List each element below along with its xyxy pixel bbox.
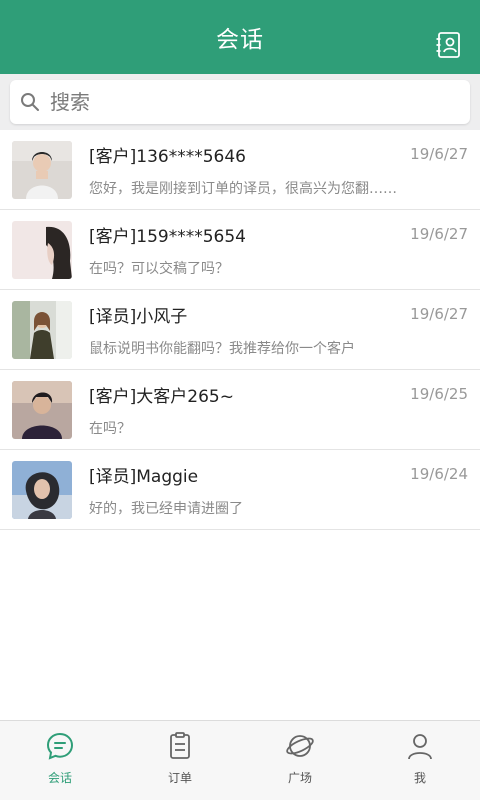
planet-icon <box>285 731 315 761</box>
contact-name: [译员]Maggie <box>89 467 199 487</box>
tab-label: 我 <box>413 771 426 785</box>
bottom-tab-bar: 会话 订单 广场 我 <box>0 720 480 800</box>
contact-name: [客户]136****5646 <box>89 147 246 167</box>
message-preview: 鼠标说明书你能翻吗？我推荐给你一个客户 <box>89 341 355 357</box>
search-icon <box>20 91 42 113</box>
message-date: 19/6/27 <box>410 145 468 163</box>
avatar <box>12 301 72 359</box>
tab-label: 广场 <box>287 771 312 785</box>
message-preview: 在吗？ <box>89 421 131 437</box>
avatar <box>12 381 72 439</box>
avatar <box>12 221 72 279</box>
tab-conversations[interactable]: 会话 <box>0 721 120 800</box>
message-date: 19/6/24 <box>410 465 468 483</box>
conversation-row[interactable]: [客户]159****5654 19/6/27 在吗？可以交稿了吗？ <box>0 210 480 290</box>
conversation-list: [客户]136****5646 19/6/27 您好，我是刚接到订单的译员，很高… <box>0 130 480 530</box>
avatar <box>12 141 72 199</box>
search-bar <box>0 74 480 130</box>
app-header: 会话 <box>0 0 480 74</box>
profile-icon <box>405 731 435 761</box>
message-preview: 您好，我是刚接到订单的译员，很高兴为您翻…… <box>89 181 397 197</box>
tab-label: 会话 <box>47 771 72 785</box>
tab-me[interactable]: 我 <box>360 721 480 800</box>
message-preview: 在吗？可以交稿了吗？ <box>89 261 229 277</box>
avatar <box>12 461 72 519</box>
message-date: 19/6/27 <box>410 305 468 323</box>
contact-name: [客户]159****5654 <box>89 227 246 247</box>
message-preview: 好的，我已经申请进圈了 <box>89 501 243 517</box>
tab-label: 订单 <box>167 771 192 785</box>
contacts-button[interactable] <box>434 30 464 60</box>
page-title: 会话 <box>216 27 264 53</box>
tab-plaza[interactable]: 广场 <box>240 721 360 800</box>
chat-icon <box>45 731 75 761</box>
search-input[interactable] <box>50 90 450 114</box>
conversation-row[interactable]: [客户]大客户265~ 19/6/25 在吗？ <box>0 370 480 450</box>
tab-orders[interactable]: 订单 <box>120 721 240 800</box>
message-date: 19/6/25 <box>410 385 468 403</box>
order-icon <box>165 731 195 761</box>
conversation-row[interactable]: [译员]小风子 19/6/27 鼠标说明书你能翻吗？我推荐给你一个客户 <box>0 290 480 370</box>
contact-name: [客户]大客户265~ <box>89 387 234 407</box>
contact-name: [译员]小风子 <box>89 307 188 327</box>
conversation-row[interactable]: [译员]Maggie 19/6/24 好的，我已经申请进圈了 <box>0 450 480 530</box>
search-box[interactable] <box>10 80 470 124</box>
contacts-icon <box>436 32 460 58</box>
message-date: 19/6/27 <box>410 225 468 243</box>
conversation-row[interactable]: [客户]136****5646 19/6/27 您好，我是刚接到订单的译员，很高… <box>0 130 480 210</box>
